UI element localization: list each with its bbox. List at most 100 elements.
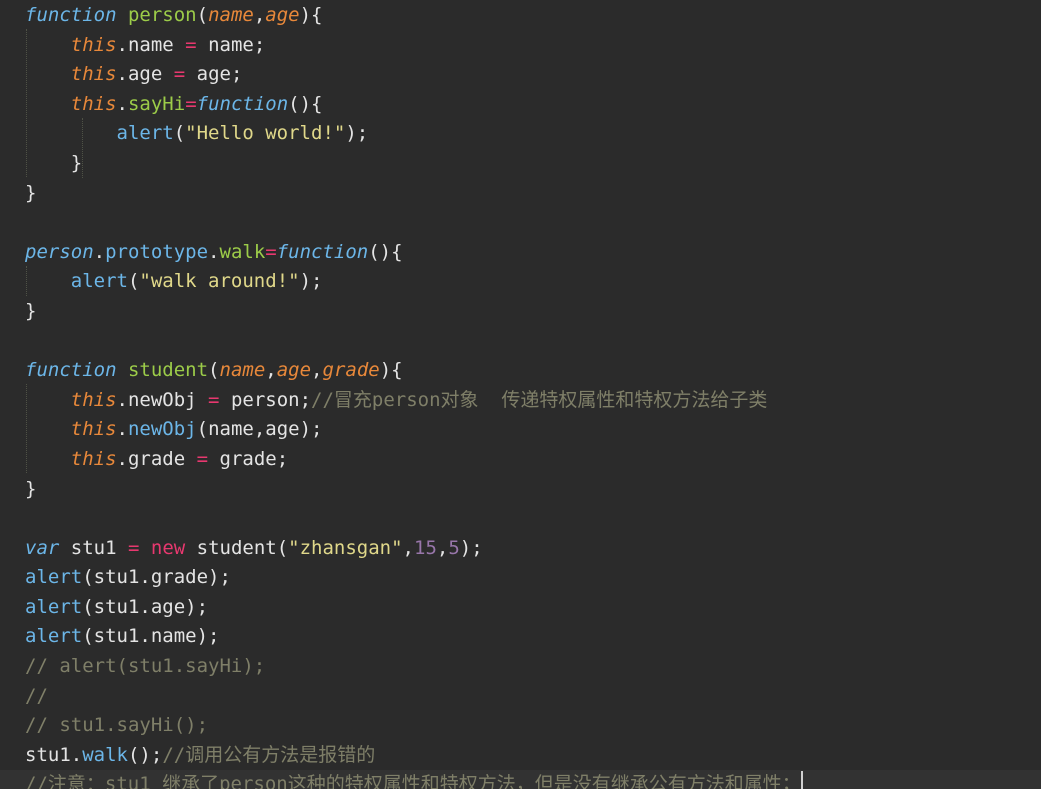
token-plain: age; <box>185 63 243 86</box>
token-punc: (name,age); <box>196 418 323 441</box>
code-line-1[interactable]: function person(name,age){ <box>0 1 1041 31</box>
code-editor[interactable]: function person(name,age){ this.name = n… <box>0 0 1041 789</box>
code-line-18[interactable] <box>0 504 1041 534</box>
token-plain: . <box>208 240 220 263</box>
token-cmt: // <box>25 684 48 707</box>
token-plain: .name <box>116 33 186 56</box>
token-call: alert <box>25 595 83 618</box>
token-punc: (){ <box>368 240 403 263</box>
text-cursor <box>800 771 803 789</box>
token-punc: } <box>25 477 37 500</box>
token-punc: ( <box>196 4 209 26</box>
token-this: this <box>70 388 117 411</box>
code-line-26[interactable]: stu1.walk();//调用公有方法是报错的 <box>0 741 1041 771</box>
token-punc: } <box>25 181 37 204</box>
token-prop: prototype <box>105 240 209 263</box>
token-punc: ( <box>208 359 220 382</box>
token-str: "walk around!" <box>139 270 300 293</box>
code-line-22[interactable]: alert(stu1.name); <box>0 622 1041 652</box>
token-punc: , <box>436 536 449 559</box>
token-plain: student( <box>185 536 289 559</box>
code-line-3[interactable]: this.age = age; <box>0 60 1041 90</box>
token-op: = <box>185 92 197 115</box>
token-obj: person <box>25 240 94 263</box>
token-kw: function <box>196 92 289 115</box>
token-fn: student <box>127 359 209 382</box>
token-kw: function <box>276 240 369 263</box>
token-call: walk <box>82 743 128 766</box>
token-cmt: // alert(stu1.sayHi); <box>25 655 266 678</box>
code-line-16[interactable]: this.grade = grade; <box>0 445 1041 475</box>
token-punc: ); <box>459 536 483 559</box>
token-this: this <box>70 447 117 470</box>
token-kw: var <box>25 536 60 559</box>
token-punc: ); <box>299 270 323 293</box>
token-call: alert <box>116 122 174 145</box>
token-new: new <box>150 536 186 559</box>
code-line-7[interactable]: } <box>0 179 1041 209</box>
code-line-14[interactable]: this.newObj = person;//冒充person对象 传递特权属性… <box>0 386 1041 416</box>
token-punc: ( <box>127 270 140 293</box>
token-kw: function <box>25 359 117 382</box>
token-call: alert <box>25 566 83 589</box>
token-punc: (){ <box>288 92 323 115</box>
code-line-21[interactable]: alert(stu1.age); <box>0 593 1041 623</box>
code-line-6[interactable]: } <box>0 149 1041 179</box>
token-str: "Hello world!" <box>185 122 346 145</box>
code-line-10[interactable]: alert("walk around!"); <box>0 267 1041 297</box>
code-line-17[interactable]: } <box>0 475 1041 505</box>
code-content[interactable]: function person(name,age){ this.name = n… <box>0 0 1041 789</box>
token-plain: person; <box>219 388 312 411</box>
code-line-5[interactable]: alert("Hello world!"); <box>0 119 1041 149</box>
token-num: 5 <box>448 536 460 559</box>
code-line-23[interactable]: // alert(stu1.sayHi); <box>0 652 1041 682</box>
code-line-8[interactable] <box>0 208 1041 238</box>
token-punc: , <box>311 359 323 382</box>
code-line-24[interactable]: // <box>0 682 1041 712</box>
token-call: alert <box>25 625 83 648</box>
code-line-4[interactable]: this.sayHi=function(){ <box>0 90 1041 120</box>
token-punc: (); <box>127 743 163 766</box>
token-plain: .newObj <box>116 388 209 411</box>
token-op: = <box>173 63 186 86</box>
code-line-11[interactable]: } <box>0 297 1041 327</box>
token-op: = <box>196 447 209 470</box>
token-punc: (stu1.name); <box>82 625 220 648</box>
token-param: name <box>208 4 254 26</box>
token-cmt: //冒充person对象 传递特权属性和特权方法给子类 <box>311 388 768 411</box>
token-fn: sayHi <box>127 92 186 115</box>
token-punc: ( <box>173 122 186 145</box>
code-line-13[interactable]: function student(name,age,grade){ <box>0 356 1041 386</box>
token-op: = <box>265 240 277 263</box>
code-line-15[interactable]: this.newObj(name,age); <box>0 415 1041 445</box>
code-line-20[interactable]: alert(stu1.grade); <box>0 563 1041 593</box>
token-op: = <box>208 388 220 411</box>
token-punc: ){ <box>379 359 403 382</box>
token-cmt: //调用公有方法是报错的 <box>162 743 376 766</box>
token-cmt: // stu1.sayHi(); <box>25 714 209 737</box>
token-param: age <box>265 4 300 26</box>
token-plain: grade; <box>208 447 289 470</box>
token-punc: , <box>253 4 266 26</box>
token-punc: , <box>265 359 277 382</box>
token-fn: person <box>127 4 197 26</box>
token-num: 15 <box>414 536 437 559</box>
token-plain: name; <box>196 33 266 56</box>
code-line-25[interactable]: // stu1.sayHi(); <box>0 711 1041 741</box>
token-str: "zhansgan" <box>288 536 403 559</box>
token-op: = <box>185 33 197 56</box>
code-line-2[interactable]: this.name = name; <box>0 31 1041 61</box>
code-line-27[interactable]: //注意：stu1 继承了person这种的特权属性和特权方法，但是没有继承公有… <box>0 770 1041 789</box>
code-line-19[interactable]: var stu1 = new student("zhansgan",15,5); <box>0 534 1041 564</box>
code-line-12[interactable] <box>0 327 1041 357</box>
token-param: age <box>276 359 312 382</box>
token-this: this <box>70 33 117 56</box>
code-line-9[interactable]: person.prototype.walk=function(){ <box>0 238 1041 268</box>
token-punc: , <box>402 536 414 559</box>
